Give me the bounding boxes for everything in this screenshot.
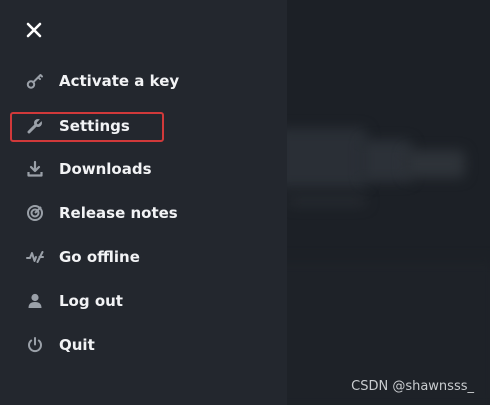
menu-item-quit[interactable]: Quit (0, 327, 287, 363)
key-icon (26, 72, 44, 90)
blurred-background-content (287, 0, 490, 405)
menu-item-downloads[interactable]: Downloads (0, 151, 287, 187)
user-icon (26, 292, 44, 310)
menu-item-go-offline[interactable]: Go offline (0, 239, 287, 275)
menu-item-label: Activate a key (59, 72, 180, 90)
offline-icon (26, 248, 44, 266)
menu-item-label: Quit (59, 336, 95, 354)
menu-item-label: Release notes (59, 204, 178, 222)
menu-item-log-out[interactable]: Log out (0, 283, 287, 319)
wrench-icon (26, 117, 44, 135)
menu-item-label: Go offline (59, 248, 140, 266)
side-menu: Activate a key Settings Downloads Releas… (0, 0, 287, 405)
release-notes-icon (26, 204, 44, 222)
close-button[interactable] (24, 20, 44, 40)
menu-item-settings[interactable]: Settings (0, 108, 287, 144)
menu-item-label: Log out (59, 292, 123, 310)
menu-item-label: Downloads (59, 160, 152, 178)
menu-item-release-notes[interactable]: Release notes (0, 195, 287, 231)
close-icon (26, 22, 42, 38)
app-window: Activate a key Settings Downloads Releas… (0, 0, 490, 405)
power-icon (26, 336, 44, 354)
menu-item-activate-key[interactable]: Activate a key (0, 63, 287, 99)
download-icon (26, 160, 44, 178)
menu-item-label: Settings (59, 117, 130, 135)
watermark: CSDN @shawnsss_ (351, 379, 474, 394)
